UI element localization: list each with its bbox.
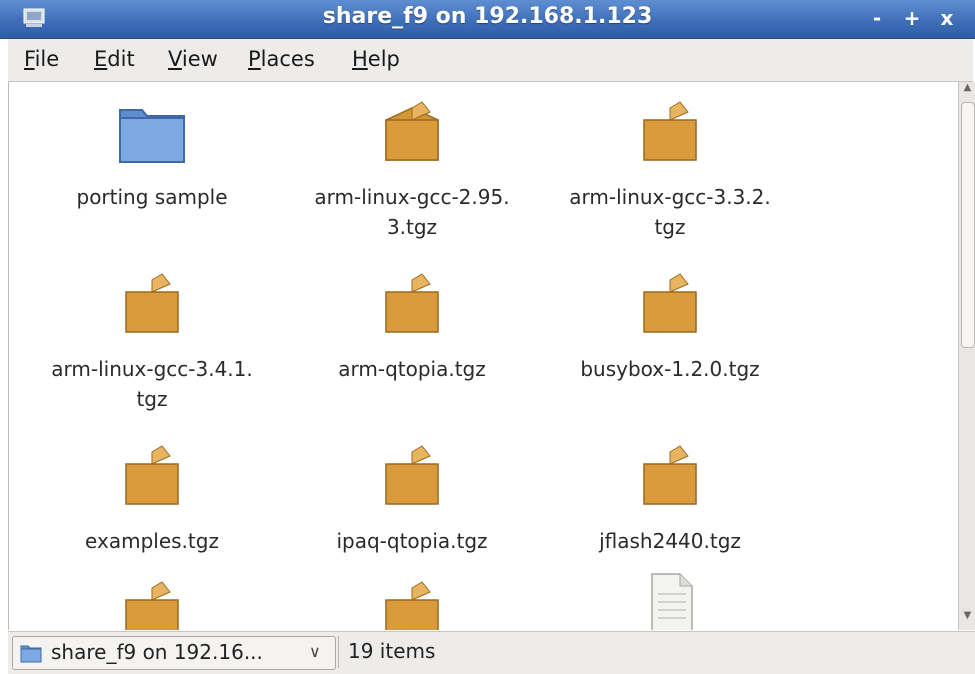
package-icon [125, 581, 179, 630]
text-file-icon [651, 573, 693, 630]
item-count: 19 items [348, 639, 436, 663]
minimize-button[interactable]: - [864, 7, 890, 31]
status-separator [338, 636, 339, 668]
file-item-busybox[interactable]: busybox-1.2.0.tgz [545, 270, 795, 384]
file-label: ipaq-qtopia.tgz [336, 529, 488, 553]
scroll-thumb[interactable] [961, 102, 975, 348]
menu-file[interactable]: File [24, 47, 59, 71]
file-item-gcc-2-95-3[interactable]: arm-linux-gcc-2.95. 3.tgz [287, 98, 537, 242]
file-label: arm-linux-gcc-3.4.1. tgz [51, 357, 253, 411]
file-label: porting sample [76, 185, 228, 209]
menu-edit[interactable]: Edit [94, 47, 135, 71]
status-bar: share_f9 on 192.16... ∨ 19 items [8, 631, 975, 674]
package-icon [125, 273, 179, 333]
file-label: examples.tgz [85, 529, 219, 553]
file-item-partial-3[interactable] [545, 572, 795, 630]
file-item-examples[interactable]: examples.tgz [27, 442, 277, 556]
package-icon [385, 101, 439, 161]
folder-icon [20, 645, 42, 663]
file-item-arm-qtopia[interactable]: arm-qtopia.tgz [287, 270, 537, 384]
maximize-button[interactable]: + [899, 7, 925, 31]
file-item-jflash2440[interactable]: jflash2440.tgz [545, 442, 795, 556]
vertical-scrollbar[interactable]: ▲ ▼ [958, 82, 975, 630]
scroll-down-arrow-icon[interactable]: ▼ [959, 610, 975, 628]
menu-places[interactable]: Places [248, 47, 315, 71]
window-title: share_f9 on 192.168.1.123 [322, 4, 653, 29]
file-manager-window: share_f9 on 192.168.1.123 - + x File Edi… [0, 0, 975, 674]
package-icon [385, 273, 439, 333]
file-item-partial-2[interactable] [287, 578, 537, 630]
package-icon [643, 101, 697, 161]
location-dropdown[interactable]: share_f9 on 192.16... ∨ [12, 636, 336, 670]
package-icon [643, 273, 697, 333]
menu-help[interactable]: Help [352, 47, 400, 71]
file-item-partial-1[interactable] [27, 578, 277, 630]
file-label: arm-linux-gcc-2.95. 3.tgz [314, 185, 510, 239]
file-item-porting-sample[interactable]: porting sample [27, 98, 277, 212]
title-bar[interactable]: share_f9 on 192.168.1.123 - + x [0, 0, 975, 39]
close-button[interactable]: x [934, 7, 960, 31]
chevron-down-icon: ∨ [309, 642, 321, 661]
menu-view[interactable]: View [168, 47, 218, 71]
menu-bar: File Edit View Places Help [8, 39, 973, 82]
file-item-gcc-3-3-2[interactable]: arm-linux-gcc-3.3.2. tgz [545, 98, 795, 242]
file-label: arm-qtopia.tgz [338, 357, 486, 381]
file-item-gcc-3-4-1[interactable]: arm-linux-gcc-3.4.1. tgz [27, 270, 277, 414]
package-icon [385, 445, 439, 505]
package-icon [385, 581, 439, 630]
file-item-ipaq-qtopia[interactable]: ipaq-qtopia.tgz [287, 442, 537, 556]
file-label: jflash2440.tgz [599, 529, 741, 553]
package-icon [643, 445, 697, 505]
file-label: busybox-1.2.0.tgz [580, 357, 760, 381]
location-text: share_f9 on 192.16... [51, 640, 263, 664]
file-label: arm-linux-gcc-3.3.2. tgz [569, 185, 771, 239]
file-icon-view[interactable]: porting sample arm-linux-gcc-2.95. 3.tgz… [8, 82, 958, 630]
folder-icon [119, 109, 185, 163]
scroll-up-arrow-icon[interactable]: ▲ [959, 82, 975, 100]
package-icon [125, 445, 179, 505]
